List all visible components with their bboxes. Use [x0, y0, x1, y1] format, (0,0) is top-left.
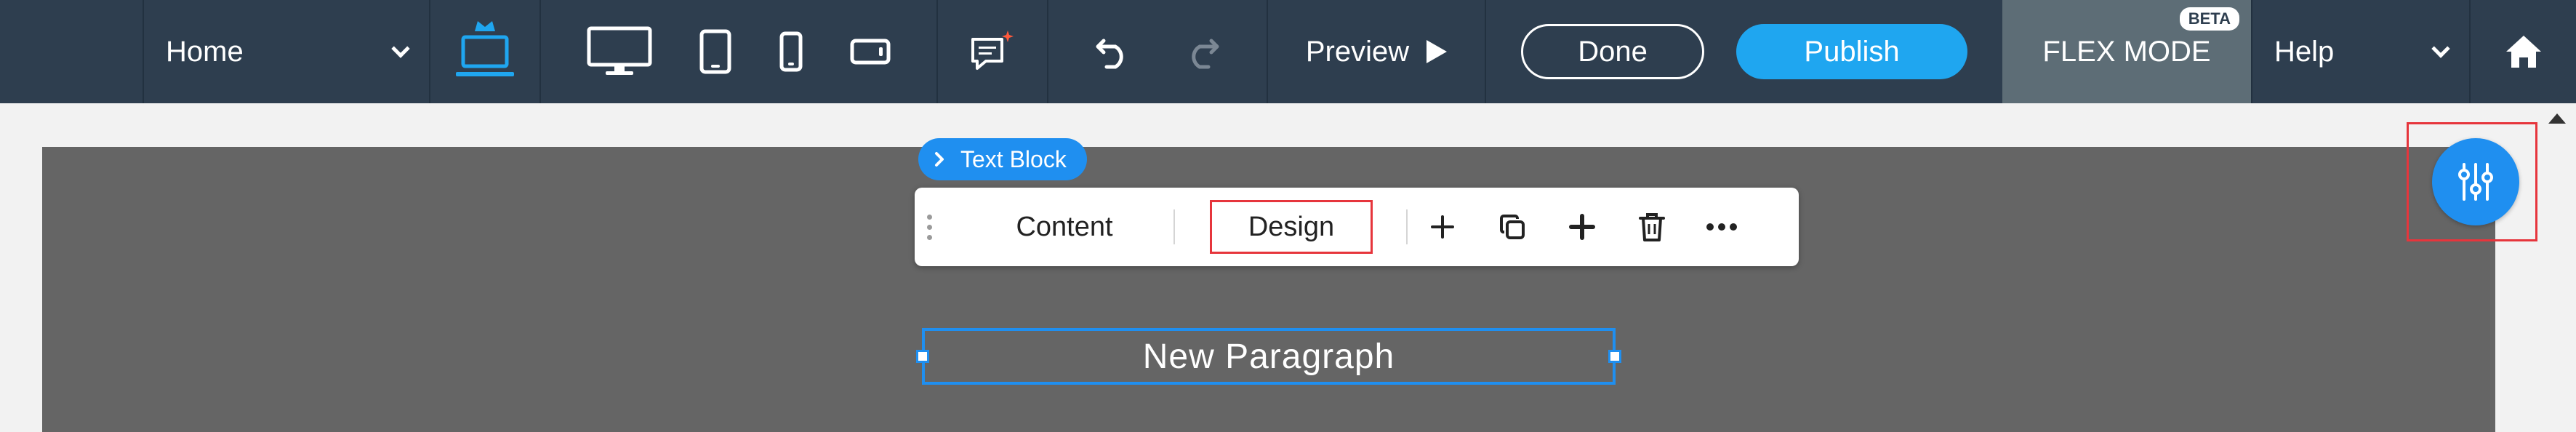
paragraph-text-block[interactable]: New Paragraph — [916, 328, 1621, 385]
tab-content[interactable]: Content — [955, 200, 1173, 254]
device-switcher — [539, 0, 936, 103]
duplicate-icon[interactable] — [1477, 188, 1547, 266]
move-icon[interactable] — [1547, 188, 1617, 266]
flex-mode-button[interactable]: FLEX MODE BETA — [2002, 0, 2251, 103]
done-button[interactable]: Done — [1521, 24, 1704, 79]
home-icon — [2503, 33, 2544, 71]
top-bar: Home Preview Done Publish FLEX MODE BETA… — [0, 0, 2576, 103]
mobile-landscape-icon[interactable] — [850, 39, 891, 65]
publish-button[interactable]: Publish — [1736, 24, 1967, 79]
chevron-down-icon — [2431, 39, 2450, 58]
laptop-crown-icon[interactable] — [454, 18, 515, 85]
tablet-icon[interactable] — [699, 29, 731, 74]
help-label: Help — [2274, 35, 2335, 68]
beta-badge: BETA — [2179, 7, 2239, 31]
tab-design[interactable]: Design — [1210, 200, 1373, 254]
delete-icon[interactable] — [1617, 188, 1687, 266]
comment-icon[interactable] — [968, 29, 1016, 74]
page-selector-label: Home — [166, 35, 244, 68]
toolbar-divider — [1173, 209, 1175, 244]
paragraph-text[interactable]: New Paragraph — [1143, 337, 1395, 377]
element-toolbar: Content Design — [915, 188, 1799, 266]
history-segment — [1047, 0, 1267, 103]
text-block-breadcrumb[interactable]: Text Block — [918, 138, 1087, 180]
add-icon[interactable] — [1408, 188, 1477, 266]
undo-icon[interactable] — [1094, 33, 1134, 70]
sliders-icon — [2454, 160, 2497, 204]
comments-segment — [936, 0, 1047, 103]
design-settings-button[interactable] — [2432, 138, 2519, 225]
help-menu[interactable]: Help — [2251, 0, 2469, 103]
actions-segment: Done Publish — [1485, 0, 2002, 103]
preview-label: Preview — [1305, 35, 1410, 68]
resize-handle-left[interactable] — [916, 350, 929, 363]
play-icon — [1427, 40, 1448, 63]
home-button[interactable] — [2469, 0, 2576, 103]
scroll-up-arrow-icon[interactable] — [2548, 113, 2566, 124]
redo-icon[interactable] — [1181, 33, 1221, 70]
preview-button[interactable]: Preview — [1267, 0, 1485, 103]
desktop-icon[interactable] — [587, 26, 652, 77]
chevron-down-icon — [391, 39, 410, 58]
breadcrumb-label: Text Block — [960, 145, 1067, 172]
mobile-icon[interactable] — [779, 31, 803, 72]
flex-mode-label: FLEX MODE — [2042, 35, 2211, 68]
chevron-right-icon — [933, 151, 946, 168]
resize-handle-right[interactable] — [1608, 350, 1621, 363]
page-selector[interactable]: Home — [143, 0, 429, 103]
logo-area — [0, 0, 143, 103]
drag-handle[interactable] — [915, 188, 944, 266]
device-laptop-segment — [429, 0, 539, 103]
more-icon[interactable] — [1687, 188, 1757, 266]
